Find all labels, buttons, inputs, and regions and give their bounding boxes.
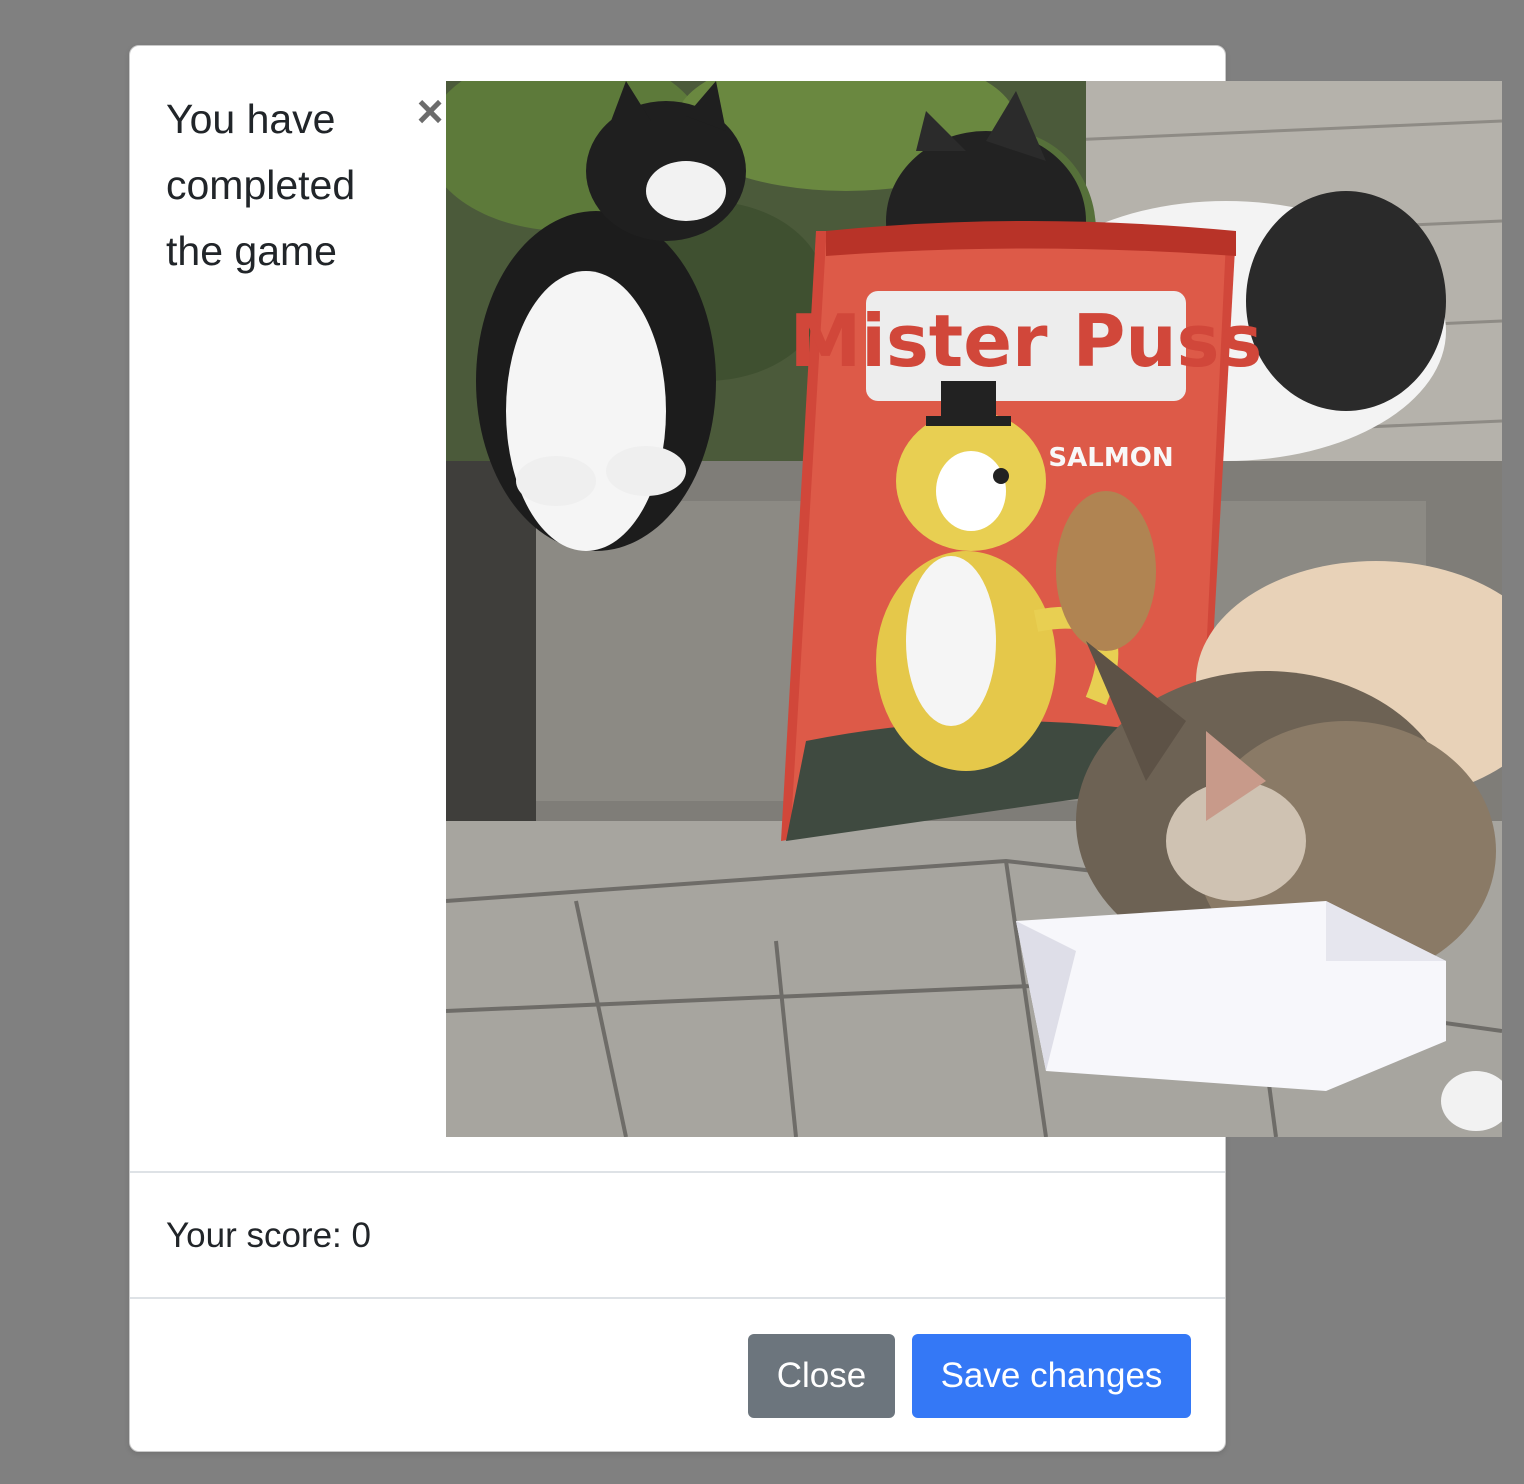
modal-footer: Close Save changes (130, 1299, 1225, 1453)
svg-text:Mister Puss: Mister Puss (790, 299, 1263, 383)
modal-title: You have completed the game (166, 96, 356, 274)
svg-text:SALMON: SALMON (1048, 443, 1173, 473)
kittens-photo: Mister Puss SALMON (446, 81, 1502, 1137)
modal-body: Your score: 0 (130, 1173, 1225, 1299)
close-button[interactable]: Close (748, 1334, 895, 1418)
score-text: Your score: 0 (166, 1216, 371, 1255)
close-icon[interactable]: × (410, 86, 450, 136)
save-changes-button[interactable]: Save changes (912, 1334, 1191, 1418)
